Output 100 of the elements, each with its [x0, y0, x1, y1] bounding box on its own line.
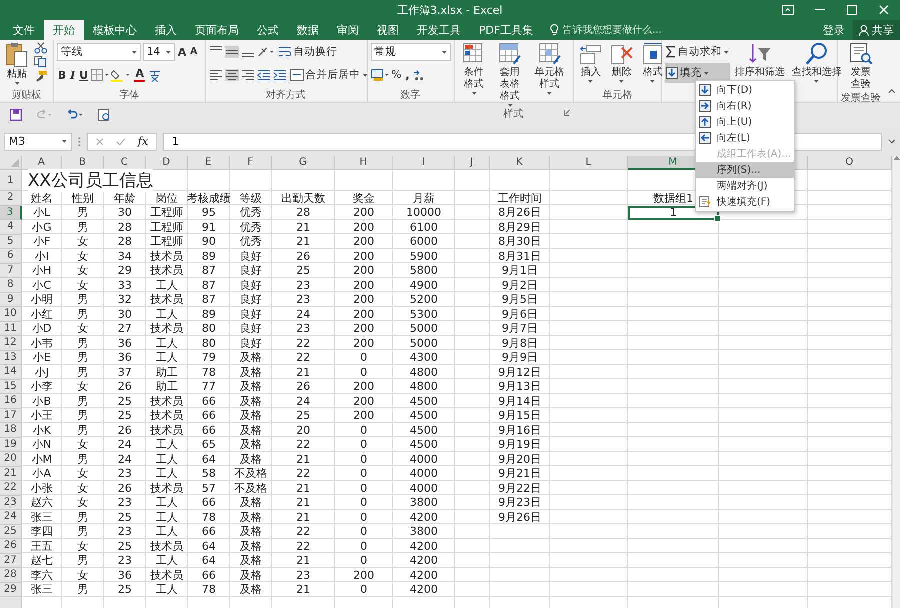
- conditional-format-button[interactable]: 条件格式: [458, 42, 491, 95]
- row-header[interactable]: 6: [0, 249, 22, 264]
- row-header[interactable]: 29: [0, 582, 22, 597]
- number-format-field[interactable]: 常规: [370, 43, 451, 61]
- row-header[interactable]: 15: [0, 380, 22, 394]
- row-header[interactable]: 9: [0, 292, 22, 307]
- row-header[interactable]: 11: [0, 322, 22, 336]
- align-center-icon[interactable]: [224, 69, 239, 81]
- column-header[interactable]: E: [188, 156, 230, 170]
- row-header[interactable]: 8: [0, 278, 22, 292]
- bold-button[interactable]: B: [56, 65, 68, 85]
- menu-item[interactable]: 向下(D): [696, 82, 794, 98]
- row-header[interactable]: 5: [0, 234, 22, 249]
- lightbulb-icon[interactable]: [550, 24, 560, 36]
- borders-icon[interactable]: [91, 69, 110, 81]
- ribbon-tab[interactable]: 文件: [4, 20, 44, 40]
- row-header[interactable]: 25: [0, 524, 22, 539]
- menu-item[interactable]: 向上(U): [696, 114, 794, 130]
- column-header[interactable]: F: [230, 156, 272, 170]
- ribbon-tab[interactable]: 页面布局: [186, 20, 248, 40]
- close-icon[interactable]: [879, 5, 889, 15]
- comma-style-button[interactable]: ,: [404, 65, 411, 85]
- sign-in-link[interactable]: 登录: [815, 22, 853, 38]
- column-header[interactable]: L: [550, 156, 628, 170]
- cell-styles-button[interactable]: 单元格样式: [530, 42, 570, 95]
- row-header[interactable]: 16: [0, 394, 22, 408]
- row-header[interactable]: 10: [0, 307, 22, 322]
- font-color-button[interactable]: A: [133, 67, 146, 83]
- dialog-launcher-icon[interactable]: [564, 110, 570, 116]
- ribbon-display-icon[interactable]: [782, 5, 794, 15]
- name-box[interactable]: M3: [4, 132, 72, 150]
- column-header[interactable]: O: [808, 156, 892, 170]
- align-left-icon[interactable]: [208, 69, 223, 81]
- delete-cells-button[interactable]: 删除: [608, 42, 636, 83]
- italic-button[interactable]: I: [69, 65, 76, 85]
- underline-button[interactable]: U: [78, 65, 90, 85]
- ribbon-tab[interactable]: 数据: [288, 20, 328, 40]
- find-select-button[interactable]: 查找和选择: [790, 42, 844, 83]
- paste-button[interactable]: 粘贴: [3, 42, 31, 85]
- text-orientation-icon[interactable]: [256, 46, 275, 58]
- undo-icon[interactable]: [66, 109, 84, 121]
- insert-function-button[interactable]: fx: [138, 135, 148, 148]
- fill-button[interactable]: 填充: [664, 63, 730, 83]
- row-header[interactable]: 26: [0, 539, 22, 554]
- format-cells-button[interactable]: 格式: [638, 42, 667, 83]
- row-header[interactable]: 22: [0, 481, 22, 496]
- row-header[interactable]: 23: [0, 496, 22, 510]
- shrink-font-button[interactable]: A: [189, 42, 198, 62]
- row-header[interactable]: 28: [0, 568, 22, 582]
- decrease-indent-icon[interactable]: [256, 69, 271, 81]
- row-header[interactable]: 24: [0, 510, 22, 524]
- row-header[interactable]: 18: [0, 423, 22, 438]
- wrap-text-button[interactable]: 自动换行: [276, 42, 339, 62]
- increase-decimal-icon[interactable]: [412, 69, 425, 81]
- grow-font-button[interactable]: A: [176, 42, 188, 62]
- insert-cells-button[interactable]: 插入: [576, 42, 605, 83]
- tell-me-field[interactable]: 告诉我您想要做什么...: [562, 24, 682, 36]
- menu-item[interactable]: 向右(R): [696, 98, 794, 114]
- check-icon[interactable]: [116, 138, 126, 146]
- menu-item[interactable]: 序列(S)...: [696, 162, 794, 178]
- font-size-field[interactable]: 14: [142, 43, 175, 61]
- print-preview-icon[interactable]: [98, 108, 111, 122]
- row-header[interactable]: 2: [0, 191, 22, 206]
- ribbon-tab[interactable]: 审阅: [328, 20, 368, 40]
- ribbon-tab[interactable]: PDF工具集: [470, 20, 542, 40]
- expand-icon[interactable]: [888, 139, 896, 144]
- row-header[interactable]: 27: [0, 554, 22, 568]
- column-header[interactable]: K: [490, 156, 550, 170]
- cell-styles-icon[interactable]: [538, 42, 562, 66]
- row-header[interactable]: 7: [0, 264, 22, 278]
- column-header[interactable]: C: [104, 156, 146, 170]
- table-grid-icon[interactable]: [498, 42, 522, 66]
- minimize-icon[interactable]: [815, 9, 825, 11]
- ribbon-tab[interactable]: 开始: [44, 20, 84, 40]
- phonetic-guide-icon[interactable]: [148, 68, 162, 82]
- format-painter-icon[interactable]: [34, 70, 48, 82]
- ribbon-tab[interactable]: 插入: [146, 20, 186, 40]
- maximize-icon[interactable]: [847, 5, 857, 15]
- percent-button[interactable]: %: [390, 65, 403, 85]
- column-header[interactable]: A: [22, 156, 62, 170]
- row-header[interactable]: 1: [0, 170, 22, 191]
- merge-center-button[interactable]: 合并后居中: [288, 65, 369, 85]
- share-button[interactable]: 共享: [853, 20, 900, 40]
- column-header[interactable]: D: [146, 156, 188, 170]
- increase-indent-icon[interactable]: [272, 69, 287, 81]
- row-header[interactable]: 20: [0, 452, 22, 466]
- column-header[interactable]: B: [62, 156, 104, 170]
- column-header[interactable]: J: [455, 156, 490, 170]
- font-name-field[interactable]: 等线: [56, 43, 141, 61]
- align-right-icon[interactable]: [240, 69, 255, 81]
- column-header[interactable]: G: [272, 156, 335, 170]
- save-icon[interactable]: [10, 109, 22, 121]
- accounting-format-icon[interactable]: [370, 69, 389, 81]
- autosum-button[interactable]: 自动求和: [664, 42, 730, 62]
- row-header[interactable]: 12: [0, 336, 22, 350]
- ribbon-tab[interactable]: 视图: [368, 20, 408, 40]
- copy-icon[interactable]: [34, 56, 48, 68]
- collapse-ribbon-icon[interactable]: [888, 89, 896, 94]
- ribbon-tab[interactable]: 开发工具: [408, 20, 470, 40]
- fill-color-icon[interactable]: [111, 68, 132, 82]
